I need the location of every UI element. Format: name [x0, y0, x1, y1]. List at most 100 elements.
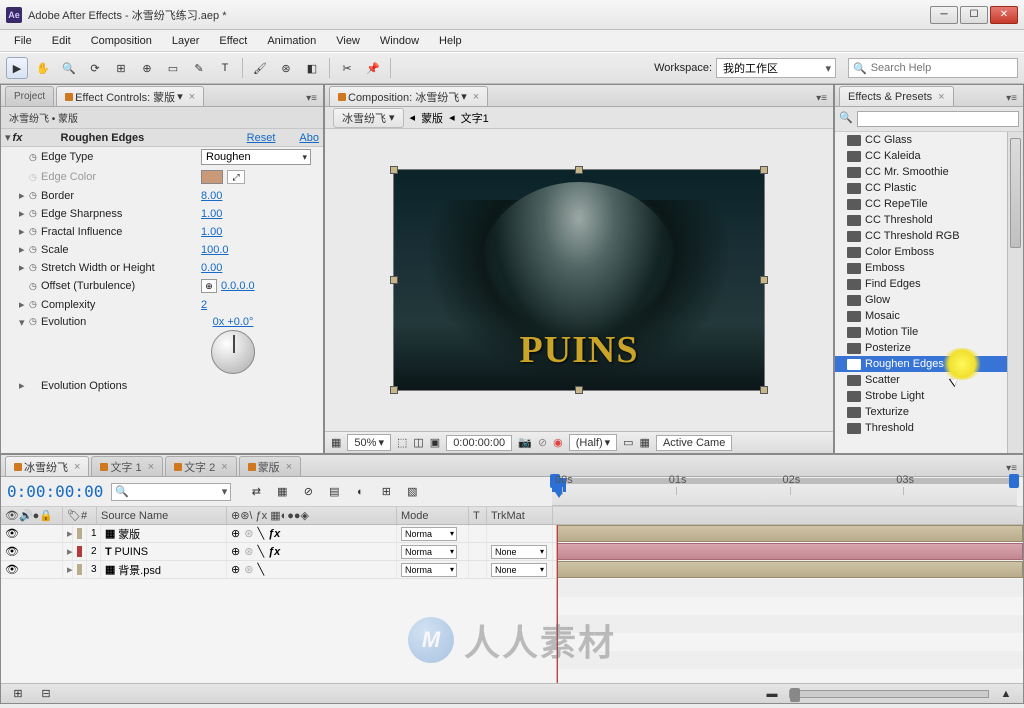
mask-icon[interactable]: ▣: [430, 436, 440, 449]
effect-item[interactable]: Texturize: [835, 404, 1023, 420]
menu-layer[interactable]: Layer: [162, 32, 210, 50]
trkmat-dropdown[interactable]: None: [491, 545, 547, 559]
switch[interactable]: ⊛: [244, 545, 253, 558]
eye-icon[interactable]: 👁: [5, 527, 19, 540]
help-search[interactable]: 🔍: [848, 58, 1018, 78]
effect-item[interactable]: Color Emboss: [835, 244, 1023, 260]
magnification-dropdown[interactable]: 50%▾: [347, 434, 391, 451]
effect-item[interactable]: Emboss: [835, 260, 1023, 276]
effect-name[interactable]: Roughen Edges: [61, 132, 247, 144]
rotate-tool[interactable]: ⟳: [84, 57, 106, 79]
minimize-button[interactable]: ─: [930, 6, 958, 24]
fx-badge[interactable]: fx: [13, 132, 23, 144]
label-color[interactable]: [77, 564, 82, 575]
stopwatch-icon[interactable]: ◷: [29, 262, 41, 273]
value[interactable]: 0.00: [201, 262, 222, 274]
transparency-icon[interactable]: ▦: [640, 436, 650, 449]
shape-tool[interactable]: ▭: [162, 57, 184, 79]
puppet-tool[interactable]: 📌: [362, 57, 384, 79]
layer-bar[interactable]: [557, 543, 1023, 560]
grid-icon[interactable]: ▦: [331, 436, 341, 449]
effect-item[interactable]: Threshold: [835, 420, 1023, 436]
transform-handle[interactable]: [760, 276, 768, 284]
close-tab-icon[interactable]: ×: [189, 91, 195, 103]
mode-dropdown[interactable]: Norma: [401, 527, 457, 541]
stopwatch-icon[interactable]: ◷: [29, 190, 41, 201]
switch[interactable]: ╲: [257, 527, 264, 540]
aspect-icon[interactable]: ⬚: [397, 436, 407, 449]
target-icon[interactable]: ⊕: [201, 279, 217, 293]
show-channel-icon[interactable]: ⊘: [538, 436, 547, 449]
shy-icon[interactable]: ⊘: [297, 481, 319, 503]
motion-blur-icon[interactable]: ◐: [349, 481, 371, 503]
channels-icon[interactable]: ◉: [553, 436, 563, 449]
label-color[interactable]: [77, 528, 82, 539]
switch[interactable]: ╲: [257, 563, 264, 576]
zoom-tool[interactable]: 🔍: [58, 57, 80, 79]
effects-list[interactable]: CC GlassCC KaleidaCC Mr. SmoothieCC Plas…: [835, 132, 1023, 453]
preview-canvas[interactable]: PUINS: [394, 170, 764, 390]
about-link[interactable]: Abo: [299, 132, 319, 144]
dropdown-icon[interactable]: ▾: [177, 90, 183, 103]
value[interactable]: 1.00: [201, 208, 222, 220]
brainstorm-icon[interactable]: ⊞: [375, 481, 397, 503]
time-ruler[interactable]: 00s 01s 02s 03s: [552, 478, 1017, 506]
toggle-modes-icon[interactable]: ⊟: [35, 683, 57, 705]
value[interactable]: 0.0,0.0: [221, 280, 255, 292]
frame-blend-icon[interactable]: ▤: [323, 481, 345, 503]
twirl-icon[interactable]: ▾: [5, 131, 11, 144]
evolution-dial[interactable]: [211, 330, 255, 374]
value[interactable]: 1.00: [201, 226, 222, 238]
transform-handle[interactable]: [575, 166, 583, 174]
text-tool[interactable]: T: [214, 57, 236, 79]
close-tab-icon[interactable]: ×: [148, 461, 154, 473]
brush-tool[interactable]: 🖌: [249, 57, 271, 79]
work-area-end[interactable]: [1009, 474, 1019, 488]
layer-bar[interactable]: [557, 561, 1023, 578]
effect-item[interactable]: Glow: [835, 292, 1023, 308]
stopwatch-icon[interactable]: ◷: [29, 316, 41, 327]
value[interactable]: 0x +0.0°: [213, 316, 254, 328]
stopwatch-icon[interactable]: ◷: [29, 152, 41, 163]
menu-effect[interactable]: Effect: [209, 32, 257, 50]
panel-menu-icon[interactable]: ▾≡: [300, 91, 323, 106]
panel-menu-icon[interactable]: ▾≡: [810, 91, 833, 106]
close-tab-icon[interactable]: ×: [938, 91, 944, 103]
edge-type-dropdown[interactable]: Roughen: [201, 149, 311, 165]
switch[interactable]: ⊛: [244, 563, 253, 576]
stopwatch-icon[interactable]: ◷: [29, 299, 41, 310]
switch[interactable]: ╲: [257, 545, 264, 558]
hand-tool[interactable]: ✋: [32, 57, 54, 79]
snapshot-icon[interactable]: 📷: [518, 436, 532, 449]
time-display[interactable]: 0:00:00:00: [446, 435, 512, 451]
track-area[interactable]: [556, 525, 1023, 683]
switch[interactable]: ⊛: [244, 527, 253, 540]
timecode[interactable]: 0:00:00:00: [7, 482, 103, 501]
close-tab-icon[interactable]: ×: [221, 461, 227, 473]
pan-behind-tool[interactable]: ⊕: [136, 57, 158, 79]
zoom-in-icon[interactable]: ▲: [995, 683, 1017, 705]
effect-item[interactable]: CC Kaleida: [835, 148, 1023, 164]
close-tab-icon[interactable]: ×: [286, 461, 292, 473]
switch[interactable]: ⊕: [231, 527, 240, 540]
graph-editor-icon[interactable]: ▧: [401, 481, 423, 503]
twirl-icon[interactable]: ▸: [67, 563, 73, 576]
timeline-tab[interactable]: 文字 2×: [165, 456, 237, 476]
effect-item[interactable]: CC Threshold: [835, 212, 1023, 228]
twirl-icon[interactable]: ▸: [19, 225, 29, 238]
selection-tool[interactable]: ▶: [6, 57, 28, 79]
switch[interactable]: ⊕: [231, 563, 240, 576]
layer-bar[interactable]: [557, 525, 1023, 542]
close-button[interactable]: ✕: [990, 6, 1018, 24]
col-mode[interactable]: Mode: [397, 507, 469, 524]
twirl-icon[interactable]: ▸: [19, 189, 29, 202]
camera-dropdown[interactable]: Active Came: [656, 435, 732, 451]
transform-handle[interactable]: [390, 276, 398, 284]
toggle-switches-icon[interactable]: ⊞: [7, 683, 29, 705]
stopwatch-icon[interactable]: ◷: [29, 244, 41, 255]
menu-file[interactable]: File: [4, 32, 42, 50]
eye-icon[interactable]: 👁: [5, 545, 19, 558]
help-search-input[interactable]: [871, 62, 1013, 74]
effect-item[interactable]: Mosaic: [835, 308, 1023, 324]
effects-presets-tab[interactable]: Effects & Presets×: [839, 86, 954, 106]
